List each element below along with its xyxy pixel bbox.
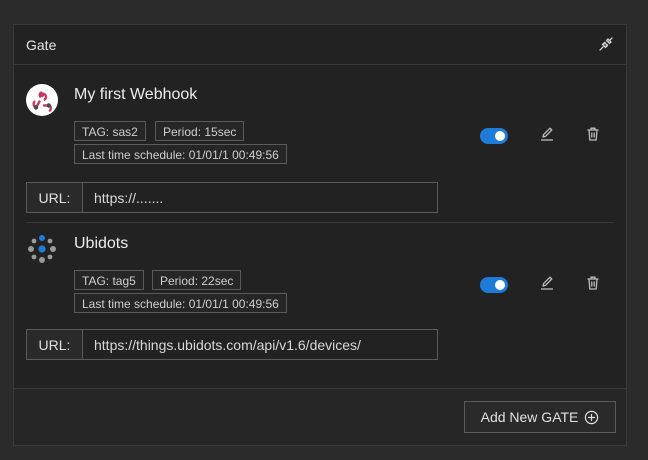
last-schedule-badge: Last time schedule: 01/01/1 00:49:56 [74, 293, 287, 313]
plus-circle-icon [585, 410, 599, 424]
gate-panel: Gate My first Webhook TAG: sas2 Period: … [13, 24, 627, 446]
url-field: URL: [26, 329, 438, 360]
plug-icon[interactable] [598, 36, 614, 52]
url-input[interactable] [83, 330, 437, 359]
gate-item: My first Webhook TAG: sas2 Period: 15sec… [26, 72, 614, 223]
gate-name: Ubidots [74, 235, 129, 252]
url-label: URL: [27, 330, 83, 359]
panel-footer: Add New GATE [14, 388, 626, 445]
add-new-gate-button[interactable]: Add New GATE [464, 401, 616, 433]
panel-title: Gate [26, 37, 57, 53]
webhook-logo-icon [26, 84, 58, 116]
edit-icon[interactable] [539, 126, 555, 142]
url-field: URL: [26, 182, 438, 213]
url-label: URL: [27, 183, 83, 212]
last-schedule-badge: Last time schedule: 01/01/1 00:49:56 [74, 144, 287, 164]
enable-toggle[interactable] [480, 277, 508, 293]
gate-item: Ubidots TAG: tag5 Period: 22sec Last tim… [26, 221, 614, 371]
ubidots-logo-icon [28, 235, 56, 263]
delete-icon[interactable] [585, 126, 601, 142]
period-badge: Period: 22sec [152, 270, 242, 290]
toggle-knob [495, 280, 505, 290]
tag-badge: TAG: sas2 [74, 121, 146, 141]
period-badge: Period: 15sec [155, 121, 245, 141]
edit-icon[interactable] [539, 275, 555, 291]
panel-header: Gate [14, 25, 626, 65]
toggle-knob [495, 131, 505, 141]
tag-badge: TAG: tag5 [74, 270, 144, 290]
url-input[interactable] [83, 183, 437, 212]
enable-toggle[interactable] [480, 128, 508, 144]
gate-name: My first Webhook [74, 86, 198, 103]
add-new-gate-label: Add New GATE [480, 409, 579, 425]
delete-icon[interactable] [585, 275, 601, 291]
